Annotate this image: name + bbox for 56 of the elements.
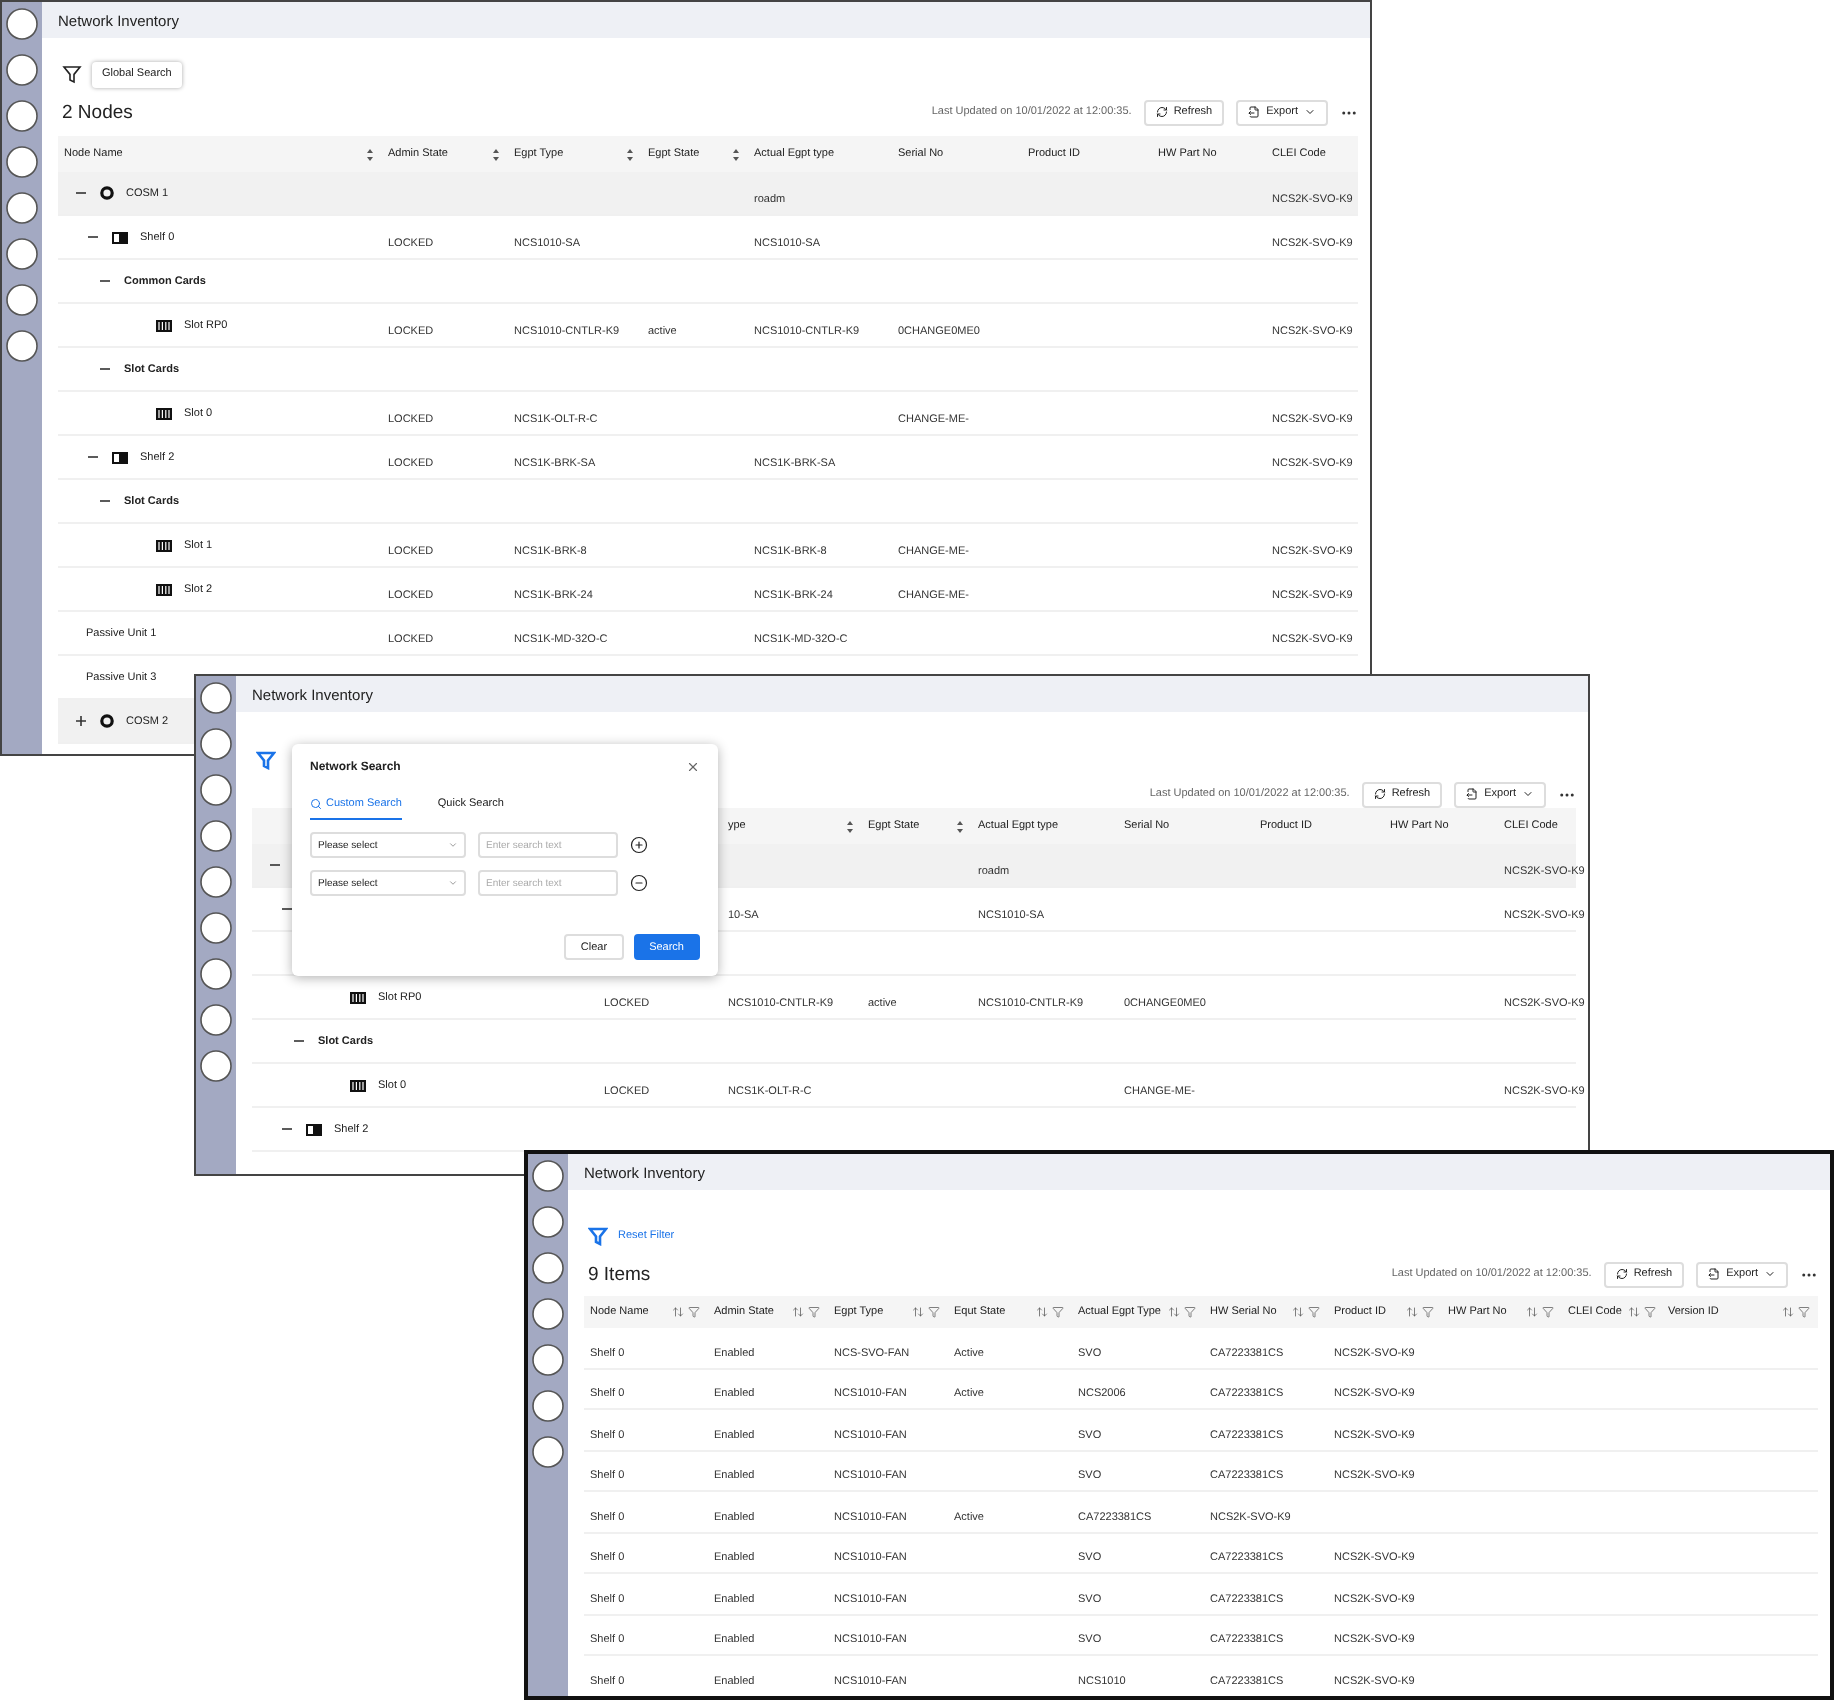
sort-icon[interactable] (912, 1306, 924, 1318)
sort-icon[interactable] (492, 147, 500, 161)
collapse-icon[interactable] (98, 274, 112, 288)
chevron-icon (1304, 106, 1316, 118)
collapse-icon[interactable] (280, 902, 294, 916)
chevron-icon (1522, 788, 1534, 800)
collapse-icon[interactable] (292, 1034, 306, 1048)
file-icon (1248, 106, 1261, 118)
sort-icon[interactable] (1036, 1306, 1048, 1318)
card-icon (156, 539, 172, 551)
refresh-icon (1615, 1268, 1628, 1280)
card-icon (156, 407, 172, 419)
chevron-icon (448, 840, 458, 850)
card-icon (156, 583, 172, 595)
chevron-icon (1764, 1268, 1776, 1280)
sort-icon[interactable] (1406, 1306, 1418, 1318)
file-icon (1466, 788, 1479, 800)
sort-icon[interactable] (1782, 1306, 1794, 1318)
chevron-icon (448, 878, 458, 888)
remove-icon[interactable] (630, 874, 648, 892)
sort-icon[interactable] (792, 1306, 804, 1318)
sort-icon[interactable] (732, 147, 740, 161)
rack-icon (306, 1123, 322, 1135)
refresh-icon (1155, 106, 1168, 118)
collapse-icon[interactable] (280, 1122, 294, 1136)
file-icon (1708, 1268, 1721, 1280)
expand-icon[interactable] (74, 714, 88, 728)
sort-icon[interactable] (1168, 1306, 1180, 1318)
sort-icon[interactable] (956, 819, 964, 833)
rack-icon (112, 451, 128, 463)
refresh-icon (1373, 788, 1386, 800)
collapse-icon[interactable] (98, 494, 112, 508)
sort-icon[interactable] (846, 819, 854, 833)
sort-icon[interactable] (1526, 1306, 1538, 1318)
search-icon (310, 798, 322, 810)
collapse-icon[interactable] (98, 362, 112, 376)
close-icon[interactable] (686, 760, 700, 774)
sort-icon[interactable] (672, 1306, 684, 1318)
collapse-icon[interactable] (86, 230, 100, 244)
filter-icon[interactable] (62, 64, 82, 84)
node-icon (100, 714, 114, 728)
sort-icon[interactable] (366, 147, 374, 161)
rack-icon (112, 231, 128, 243)
node-icon (100, 186, 114, 200)
collapse-icon[interactable] (268, 858, 282, 872)
card-icon (350, 1079, 366, 1091)
add-icon[interactable] (630, 836, 648, 854)
card-icon (156, 319, 172, 331)
card-icon (350, 991, 366, 1003)
item-count: 9 Items (588, 1263, 651, 1285)
item-count: 2 Nodes (62, 101, 133, 123)
sort-icon[interactable] (1627, 1306, 1640, 1318)
collapse-icon[interactable] (86, 450, 100, 464)
collapse-icon[interactable] (74, 186, 88, 200)
sort-icon[interactable] (626, 147, 634, 161)
sort-icon[interactable] (1292, 1306, 1304, 1318)
